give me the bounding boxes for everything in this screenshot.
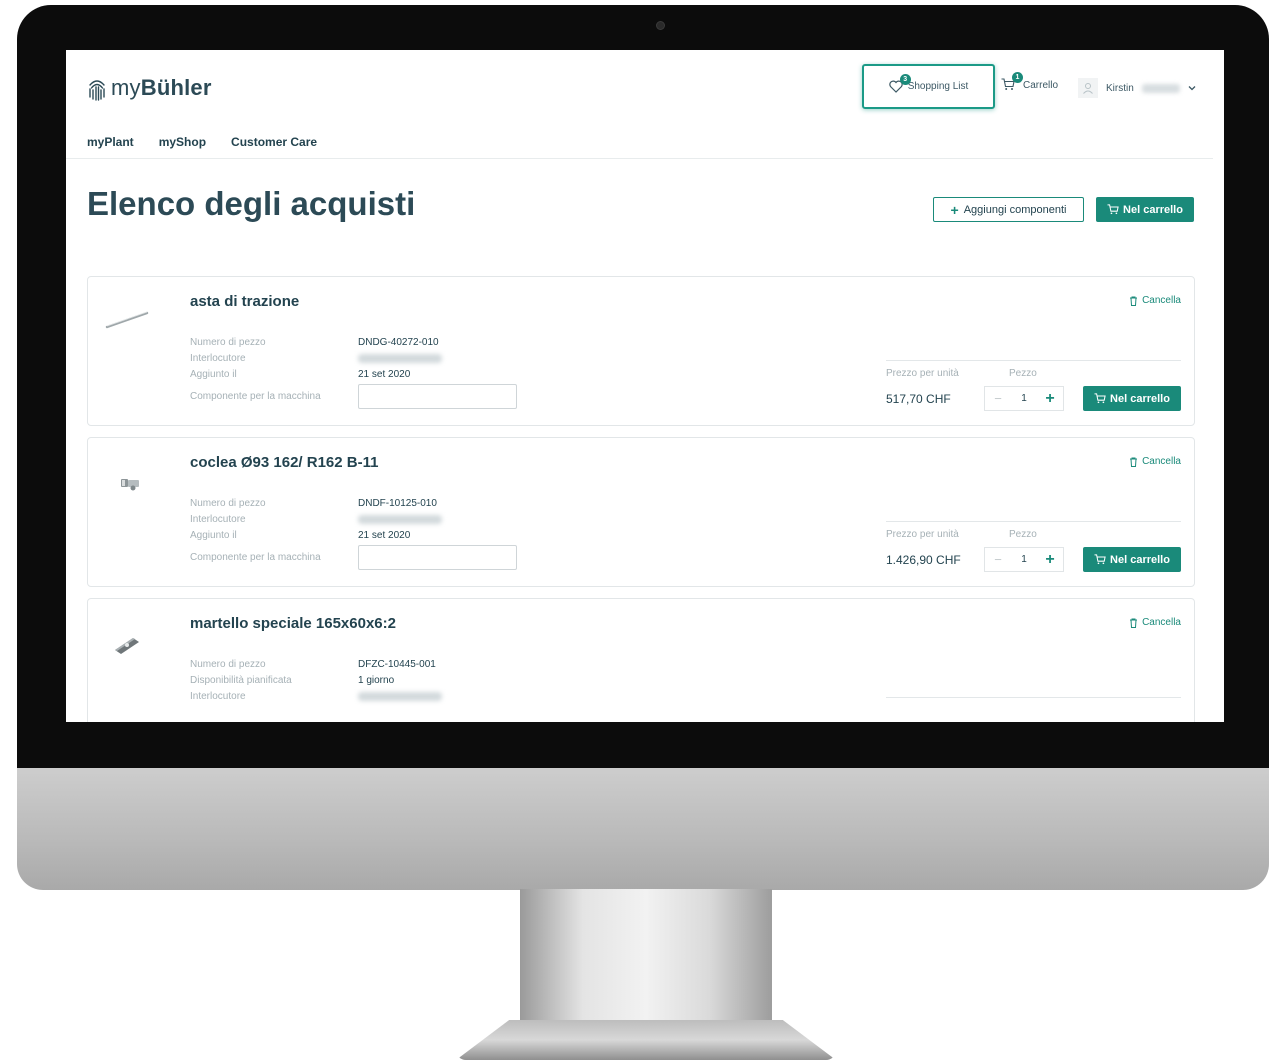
unit-price-label: Prezzo per unità [886,529,959,540]
item-name[interactable]: martello speciale 165x60x6:2 [190,615,396,632]
part-number-label: Numero di pezzo [190,659,266,670]
machine-component-input[interactable] [358,545,517,570]
cart-link[interactable]: 1 Carrello [1001,72,1059,92]
decrement-button[interactable]: − [985,391,1011,406]
added-on-label: Aggiunto il [190,369,237,380]
list-item: coclea Ø93 162/ R162 B-11 Cancella Numer… [87,437,1195,587]
monitor-chin [17,768,1269,890]
product-image [121,479,139,491]
unit-price-value: 1.426,90 CHF [886,553,961,567]
chevron-down-icon [1188,86,1196,91]
list-item: martello speciale 165x60x6:2 Cancella Nu… [87,598,1195,722]
add-to-cart-button[interactable]: Nel carrello [1083,547,1181,572]
add-components-label: Aggiungi componenti [963,203,1067,216]
added-on-value: 21 set 2020 [358,369,411,380]
user-name: Kirstin [1106,82,1134,94]
monitor-foot [456,1020,836,1060]
delete-button[interactable]: Cancella [1129,456,1181,467]
nav-item-myplant[interactable]: myPlant [87,135,134,149]
trash-icon [1130,618,1138,628]
delete-button[interactable]: Cancella [1129,295,1181,306]
machine-component-input[interactable] [358,384,517,409]
trash-icon [1130,457,1138,467]
all-to-cart-label: Nel carrello [1123,203,1183,216]
user-surname-redacted [1141,83,1180,93]
quantity-stepper: − 1 + [984,547,1064,572]
cart-label: Carrello [1023,79,1059,91]
price-divider [886,360,1181,361]
cart-icon: 1 [1001,72,1023,92]
camera-icon [656,21,665,30]
price-divider [886,697,1181,698]
availability-value: 1 giorno [358,675,395,686]
fingerprint-logo-icon [89,80,105,101]
part-number-label: Numero di pezzo [190,498,266,509]
add-to-cart-button[interactable]: Nel carrello [1083,386,1181,411]
decrement-button[interactable]: − [985,552,1011,567]
product-image [115,638,139,654]
part-number-value: DNDF-10125-010 [358,498,437,509]
machine-component-label: Componente per la macchina [190,391,321,402]
pieces-label: Pezzo [1009,368,1037,379]
shopping-list-badge: 3 [899,73,911,85]
app-screen: myBühler 3 Shopping List 1 Carrello Kirs… [66,50,1224,722]
monitor-stand [520,889,772,1029]
contact-label: Interlocutore [190,514,246,525]
cart-icon [1094,393,1106,404]
heart-icon: 3 [888,73,911,94]
list-item: asta di trazione Cancella Numero di pezz… [87,276,1195,426]
plus-icon: + [950,201,959,218]
contact-value-redacted [358,692,442,701]
availability-label: Disponibilità pianificata [190,675,292,686]
increment-button[interactable]: + [1037,390,1063,408]
user-avatar-icon [1078,78,1098,98]
main-nav: myPlant myShop Customer Care [87,135,317,149]
added-on-value: 21 set 2020 [358,530,411,541]
delete-button[interactable]: Cancella [1129,617,1181,628]
contact-label: Interlocutore [190,353,246,364]
nav-item-customer-care[interactable]: Customer Care [231,135,317,149]
pieces-label: Pezzo [1009,529,1037,540]
unit-price-value: 517,70 CHF [886,392,951,406]
add-to-cart-label: Nel carrello [1110,392,1170,405]
shopping-list-link[interactable]: 3 Shopping List [862,64,995,109]
quantity-stepper: − 1 + [984,386,1064,411]
add-components-button[interactable]: + Aggiungi componenti [933,197,1084,222]
delete-label: Cancella [1142,617,1181,628]
unit-price-label: Prezzo per unità [886,368,959,379]
part-number-value: DNDG-40272-010 [358,337,439,348]
contact-value-redacted [358,515,442,524]
cart-icon [1107,204,1119,215]
contact-value-redacted [358,354,442,363]
nav-divider [66,158,1213,159]
machine-component-label: Componente per la macchina [190,552,321,563]
logo[interactable]: myBühler [87,75,212,101]
cart-icon [1094,554,1106,565]
contact-label: Interlocutore [190,691,246,702]
add-to-cart-label: Nel carrello [1110,553,1170,566]
delete-label: Cancella [1142,295,1181,306]
part-number-label: Numero di pezzo [190,337,266,348]
quantity-value[interactable]: 1 [1011,393,1037,404]
item-name[interactable]: coclea Ø93 162/ R162 B-11 [190,454,378,471]
logo-text: myBühler [111,75,212,100]
cart-badge: 1 [1012,72,1023,83]
added-on-label: Aggiunto il [190,530,237,541]
product-image [105,311,149,329]
item-name[interactable]: asta di trazione [190,293,299,310]
user-menu[interactable]: Kirstin [1078,78,1196,98]
nav-item-myshop[interactable]: myShop [159,135,206,149]
part-number-value: DFZC-10445-001 [358,659,436,670]
price-divider [886,521,1181,522]
quantity-value[interactable]: 1 [1011,554,1037,565]
increment-button[interactable]: + [1037,551,1063,569]
trash-icon [1130,296,1138,306]
shopping-list-label: Shopping List [907,81,969,92]
all-to-cart-button[interactable]: Nel carrello [1096,197,1194,222]
page-title: Elenco degli acquisti [87,185,416,222]
delete-label: Cancella [1142,456,1181,467]
